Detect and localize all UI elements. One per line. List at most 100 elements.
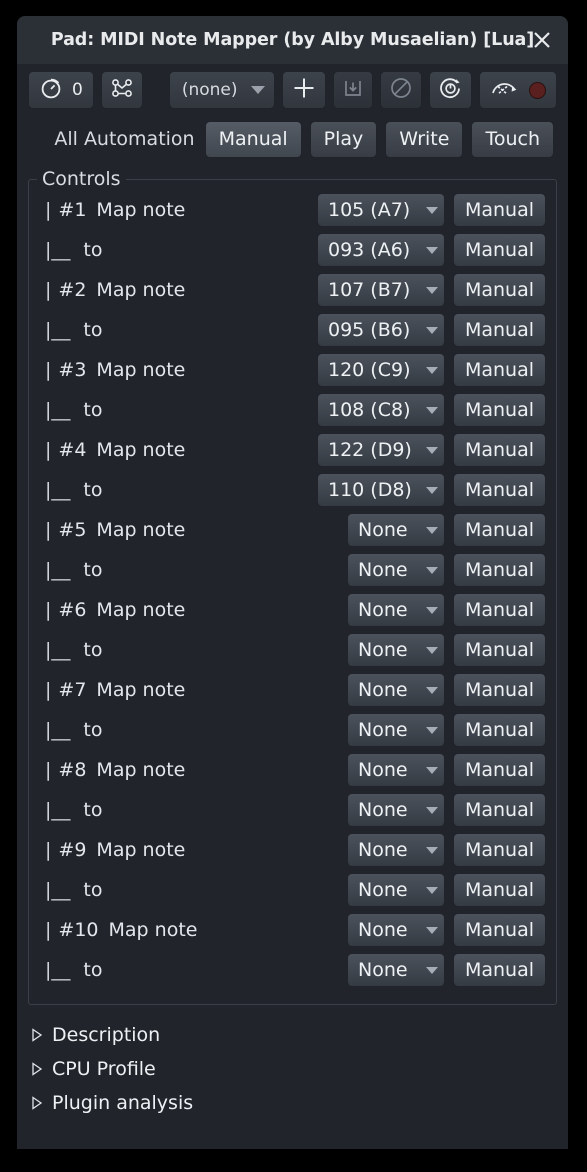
control-automation-mode-button[interactable]: Manual	[453, 753, 546, 787]
control-automation-mode-button[interactable]: Manual	[453, 833, 546, 867]
tree-branch-marker: |	[45, 839, 52, 861]
chevron-down-icon	[426, 566, 438, 574]
note-value-combo[interactable]: None	[347, 513, 445, 547]
control-automation-mode-button[interactable]: Manual	[453, 593, 546, 627]
automation-mode-play[interactable]: Play	[309, 120, 378, 158]
automation-mode-write[interactable]: Write	[385, 120, 464, 158]
save-preset-button[interactable]	[332, 71, 373, 109]
expander-triangle-icon	[31, 1096, 43, 1110]
note-value-combo[interactable]: None	[347, 673, 445, 707]
delta-counter-button[interactable]: 0	[28, 71, 94, 109]
tree-branch-marker: |__	[45, 719, 71, 741]
note-value-combo[interactable]: None	[347, 633, 445, 667]
automation-mode-manual[interactable]: Manual	[204, 120, 302, 158]
preset-combo[interactable]: (none)	[168, 71, 275, 109]
tree-branch-marker: |__	[45, 959, 71, 981]
control-row-label: | #9 Map note	[45, 839, 347, 861]
note-value-combo[interactable]: None	[347, 833, 445, 867]
control-automation-mode-button[interactable]: Manual	[453, 353, 546, 387]
control-automation-mode-button[interactable]: Manual	[453, 273, 546, 307]
tree-branch-marker: |__	[45, 639, 71, 661]
chevron-down-icon	[426, 526, 438, 534]
note-value-combo[interactable]: None	[347, 793, 445, 827]
control-automation-mode-button[interactable]: Manual	[453, 633, 546, 667]
control-automation-mode-button[interactable]: Manual	[453, 313, 546, 347]
control-automation-mode-button[interactable]: Manual	[453, 513, 546, 547]
note-value-combo[interactable]: 107 (B7)	[317, 273, 445, 307]
control-row: |__ to 108 (C8) Manual	[37, 390, 548, 430]
control-automation-mode-button[interactable]: Manual	[453, 913, 546, 947]
control-row-label: | #1 Map note	[45, 199, 317, 221]
control-automation-mode-button[interactable]: Manual	[453, 793, 546, 827]
controls-group-box: Controls | #1 Map note 105 (A7) Manual |__ to 0…	[28, 168, 557, 1005]
expander-description[interactable]: Description	[31, 1018, 568, 1052]
reset-button[interactable]	[428, 71, 472, 109]
control-automation-mode-button[interactable]: Manual	[453, 193, 546, 227]
automation-curve-button[interactable]	[100, 71, 143, 109]
note-value-combo[interactable]: 110 (D8)	[317, 473, 445, 507]
tree-branch-marker: |	[45, 679, 52, 701]
note-value-combo[interactable]: 120 (C9)	[317, 353, 445, 387]
note-value-combo[interactable]: 093 (A6)	[317, 233, 445, 267]
control-automation-mode-button[interactable]: Manual	[453, 873, 546, 907]
control-row: |__ to None Manual	[37, 950, 548, 990]
control-automation-mode-button[interactable]: Manual	[453, 953, 546, 987]
note-value-combo[interactable]: 105 (A7)	[317, 193, 445, 227]
control-name: to	[83, 879, 103, 901]
note-value-combo[interactable]: 095 (B6)	[317, 313, 445, 347]
save-to-disk-icon	[342, 77, 364, 103]
control-row-label: | #7 Map note	[45, 679, 347, 701]
note-value-combo[interactable]: None	[347, 753, 445, 787]
control-automation-mode-button[interactable]: Manual	[453, 233, 546, 267]
tree-branch-marker: |	[45, 279, 52, 301]
control-index: #6	[58, 599, 87, 621]
no-entry-icon	[389, 76, 413, 104]
automation-mode-touch[interactable]: Touch	[471, 120, 554, 158]
expander-list: Description CPU Profile Plugin analysis	[17, 1005, 568, 1120]
control-name: to	[83, 639, 103, 661]
control-automation-mode-button[interactable]: Manual	[453, 473, 546, 507]
chevron-down-icon	[426, 246, 438, 254]
tree-branch-marker: |__	[45, 239, 71, 261]
pin-automation-icon	[490, 77, 520, 103]
control-automation-mode-button[interactable]: Manual	[453, 713, 546, 747]
control-row: |__ to None Manual	[37, 870, 548, 910]
record-dot-icon[interactable]	[528, 81, 546, 99]
control-row: | #5 Map note None Manual	[37, 510, 548, 550]
control-row: |__ to None Manual	[37, 550, 548, 590]
control-name: Map note	[96, 839, 186, 861]
note-value-text: None	[358, 599, 408, 621]
power-reset-icon	[438, 76, 463, 105]
pin-automation-button[interactable]	[478, 71, 557, 109]
note-value-combo[interactable]: 122 (D9)	[317, 433, 445, 467]
control-name: to	[83, 399, 103, 421]
expander-plugin-analysis[interactable]: Plugin analysis	[31, 1086, 568, 1120]
control-name: Map note	[96, 199, 186, 221]
window-title: Pad: MIDI Note Mapper (by Alby Musaelian…	[50, 30, 535, 50]
control-row: | #4 Map note 122 (D9) Manual	[37, 430, 548, 470]
bypass-button[interactable]	[379, 71, 422, 109]
control-automation-mode-button[interactable]: Manual	[453, 673, 546, 707]
control-row: | #2 Map note 107 (B7) Manual	[37, 270, 548, 310]
note-value-combo[interactable]: None	[347, 873, 445, 907]
tree-branch-marker: |__	[45, 879, 71, 901]
control-index: #1	[58, 199, 87, 221]
note-value-combo[interactable]: None	[347, 593, 445, 627]
controls-section: Controls | #1 Map note 105 (A7) Manual |__ to 0…	[17, 162, 568, 1005]
control-automation-mode-button[interactable]: Manual	[453, 433, 546, 467]
plus-icon	[291, 75, 317, 105]
note-value-combo[interactable]: 108 (C8)	[317, 393, 445, 427]
note-value-combo[interactable]: None	[347, 953, 445, 987]
control-row-label: | #2 Map note	[45, 279, 317, 301]
control-automation-mode-button[interactable]: Manual	[453, 553, 546, 587]
control-automation-mode-button[interactable]: Manual	[453, 393, 546, 427]
close-icon[interactable]	[528, 26, 556, 54]
add-preset-button[interactable]	[281, 71, 326, 109]
tree-branch-marker: |	[45, 199, 52, 221]
expander-triangle-icon	[31, 1028, 43, 1042]
note-value-combo[interactable]: None	[347, 913, 445, 947]
note-value-combo[interactable]: None	[347, 553, 445, 587]
note-value-text: None	[358, 839, 408, 861]
note-value-combo[interactable]: None	[347, 713, 445, 747]
expander-cpu-profile[interactable]: CPU Profile	[31, 1052, 568, 1086]
